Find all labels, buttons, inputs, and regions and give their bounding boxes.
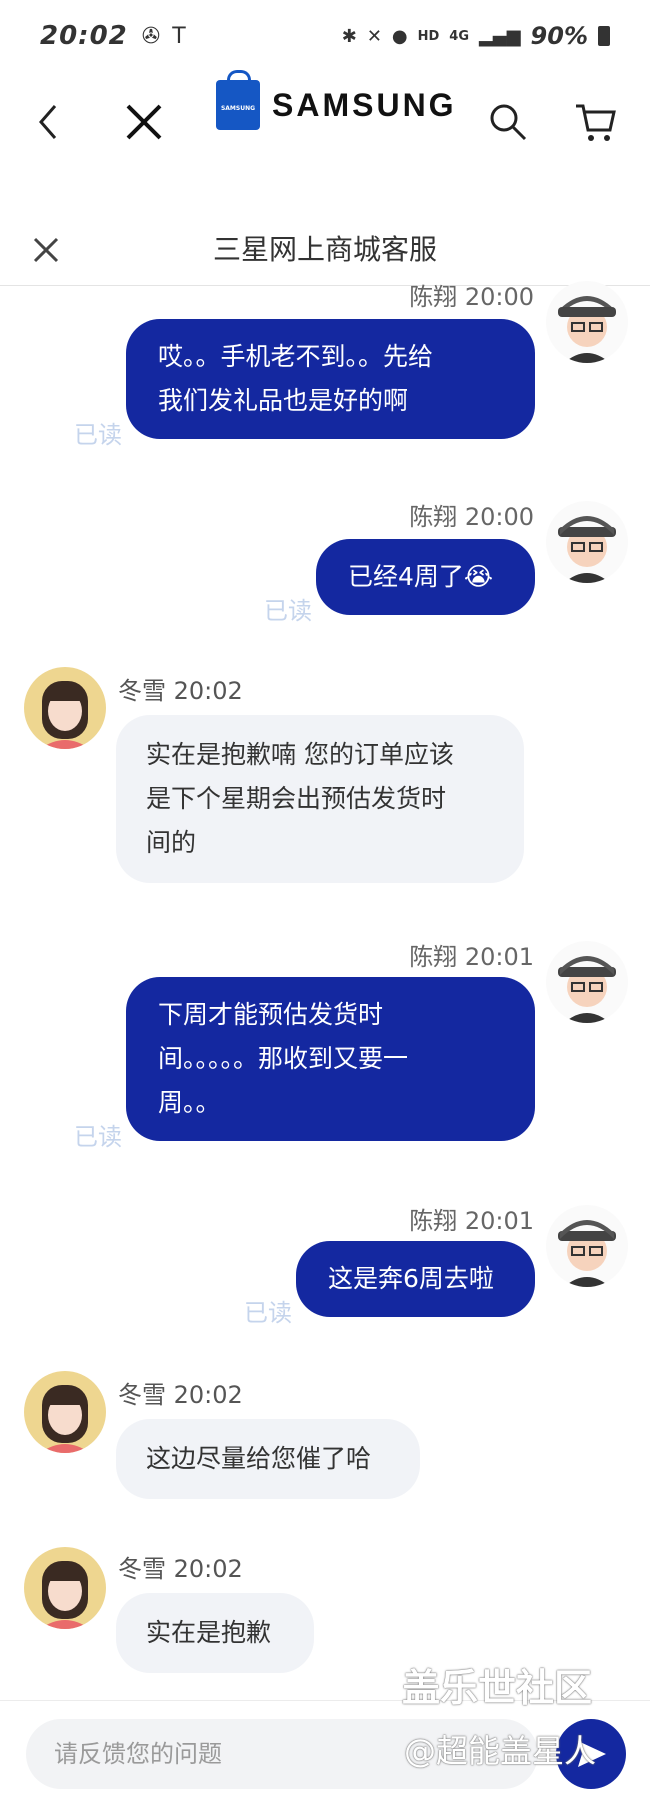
- read-receipt: 已读: [244, 1299, 292, 1327]
- incoming-bubble[interactable]: 实在是抱歉喃 您的订单应该 是下个星期会出预估发货时 间的: [116, 715, 524, 883]
- avatar[interactable]: [546, 501, 628, 583]
- chat-title-bar: 三星网上商城客服: [0, 210, 650, 286]
- message-meta: 陈翔 20:00: [409, 503, 534, 531]
- message-meta: 陈翔 20:01: [409, 1207, 534, 1235]
- battery-icon: [598, 26, 610, 46]
- outgoing-bubble[interactable]: 这是奔6周去啦: [296, 1241, 535, 1317]
- user-avatar-icon: [558, 296, 616, 363]
- agent-avatar-icon: [40, 1385, 90, 1453]
- message-list[interactable]: 陈翔 20:00 哎。。手机老不到。。先给 我们发礼品也是好的啊 已读 陈翔 2…: [0, 281, 650, 1687]
- outgoing-bubble[interactable]: 下周才能预估发货时 间。。。。。那收到又要一 周。。: [126, 977, 535, 1141]
- signal-icon: ▂▄▆: [479, 25, 521, 47]
- chat-title: 三星网上商城客服: [212, 232, 437, 266]
- read-receipt: 已读: [264, 597, 312, 625]
- battery-level: 90%: [530, 22, 588, 50]
- mute-icon: ✕: [366, 25, 382, 47]
- watermark-author: @超能盖星人: [404, 1732, 597, 1770]
- incoming-bubble[interactable]: 这边尽量给您催了哈: [116, 1419, 420, 1499]
- avatar[interactable]: [24, 1371, 106, 1453]
- back-button[interactable]: [20, 94, 76, 150]
- bluetooth-icon: ✱: [341, 25, 357, 47]
- chevron-left-icon: [39, 105, 57, 139]
- read-receipt: 已读: [74, 1123, 122, 1151]
- samsung-logo[interactable]: SAMSUNG SAMSUNG: [216, 70, 457, 130]
- avatar[interactable]: [24, 667, 106, 749]
- outgoing-bubble[interactable]: 已经4周了😭: [316, 539, 535, 615]
- message-meta: 冬雪 20:02: [118, 1381, 243, 1409]
- agent-avatar-icon: [40, 681, 90, 749]
- avatar[interactable]: [546, 1205, 628, 1287]
- close-chat-button[interactable]: [18, 222, 74, 278]
- outgoing-bubble[interactable]: 哎。。手机老不到。。先给 我们发礼品也是好的啊: [126, 319, 535, 439]
- watermark-title: 盖乐世社区: [402, 1666, 593, 1710]
- cart-icon: [576, 104, 616, 141]
- search-icon: [490, 104, 527, 141]
- close-icon: [126, 104, 162, 140]
- app-header: SAMSUNG SAMSUNG: [0, 70, 650, 188]
- shopping-bag-logo-icon: SAMSUNG: [216, 70, 260, 130]
- user-avatar-icon: [558, 956, 616, 1023]
- close-page-button[interactable]: [116, 94, 172, 150]
- message-meta: 冬雪 20:02: [118, 677, 243, 705]
- close-icon: [33, 237, 59, 263]
- avatar[interactable]: [546, 281, 628, 363]
- brand-name: SAMSUNG: [272, 86, 457, 123]
- search-button[interactable]: [480, 94, 536, 150]
- read-receipt: 已读: [74, 421, 122, 449]
- agent-avatar-icon: [40, 1561, 90, 1629]
- network-type: 4G: [449, 28, 470, 44]
- location-icon: ●: [391, 25, 408, 47]
- tesla-icon: T: [172, 23, 186, 49]
- cart-button[interactable]: [568, 94, 624, 150]
- hd-indicator: HD: [417, 28, 440, 44]
- avatar[interactable]: [546, 941, 628, 1023]
- user-avatar-icon: [558, 1220, 616, 1287]
- fan-icon: ✇: [141, 23, 161, 49]
- message-meta: 陈翔 20:01: [409, 943, 534, 971]
- incoming-bubble[interactable]: 实在是抱歉: [116, 1593, 314, 1673]
- avatar[interactable]: [24, 1547, 106, 1629]
- user-avatar-icon: [558, 516, 616, 583]
- message-meta: 冬雪 20:02: [118, 1555, 243, 1583]
- status-time: 20:02: [40, 21, 128, 51]
- status-bar: 20:02 ✇ T ✱ ✕ ● HD 4G ▂▄▆ 90%: [0, 0, 650, 72]
- message-meta: 陈翔 20:00: [409, 283, 534, 311]
